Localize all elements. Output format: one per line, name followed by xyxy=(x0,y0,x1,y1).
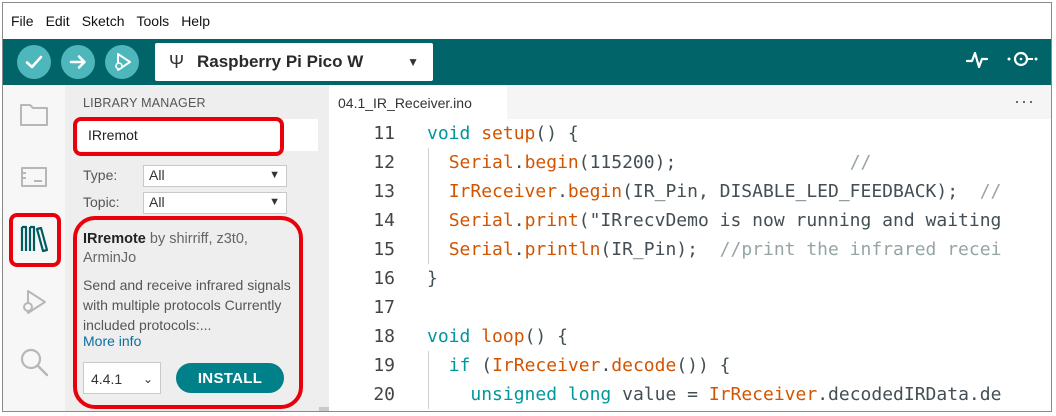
code-line[interactable]: 12 Serial.begin(115200); // xyxy=(329,148,1051,177)
chevron-down-icon: ▼ xyxy=(269,196,280,208)
tab-sketch-file[interactable]: 04.1_IR_Receiver.ino xyxy=(329,85,507,119)
version-value: 4.4.1 xyxy=(91,371,123,387)
menu-file[interactable]: File xyxy=(3,13,40,29)
chevron-down-icon: ▼ xyxy=(407,55,419,69)
code-line[interactable]: 19 if (IrReceiver.decode()) { xyxy=(329,351,1051,380)
code-line[interactable]: 17 xyxy=(329,293,1051,322)
chevron-down-icon: ⌄ xyxy=(142,372,153,386)
line-number: 13 xyxy=(373,181,395,202)
code-editor: 04.1_IR_Receiver.ino ··· 11 void setup() … xyxy=(329,85,1051,411)
code-text[interactable]: unsigned long value = IrReceiver.decoded… xyxy=(427,380,1001,409)
code-text[interactable]: void loop() { xyxy=(427,322,568,351)
sketchbook-button[interactable] xyxy=(17,97,51,131)
code-line[interactable]: 11 void setup() { xyxy=(329,119,1051,148)
debug-icon xyxy=(115,53,131,71)
code-line[interactable]: 20 unsigned long value = IrReceiver.deco… xyxy=(329,380,1051,409)
toolbar: Ψ Raspberry Pi Pico W ▼ xyxy=(3,39,1051,85)
code-text[interactable]: IrReceiver.begin(IR_Pin, DISABLE_LED_FEE… xyxy=(427,177,1002,206)
type-filter-select[interactable]: All ▼ xyxy=(143,165,287,187)
menu-sketch[interactable]: Sketch xyxy=(76,13,131,29)
line-number: 16 xyxy=(373,268,395,289)
check-icon xyxy=(25,55,43,69)
topic-filter-value: All xyxy=(149,194,165,210)
code-line[interactable]: 13 IrReceiver.begin(IR_Pin, DISABLE_LED_… xyxy=(329,177,1051,206)
debug-icon xyxy=(23,290,46,314)
panel-title: LIBRARY MANAGER xyxy=(83,96,206,110)
library-description: Send and receive infrared signals with m… xyxy=(83,277,291,333)
more-options-icon[interactable]: ··· xyxy=(1014,91,1035,112)
library-manager-button[interactable] xyxy=(17,222,51,256)
serial-plotter-button[interactable] xyxy=(965,47,989,77)
type-filter-value: All xyxy=(149,167,165,183)
folder-icon xyxy=(20,104,48,126)
arrow-right-icon xyxy=(69,55,86,69)
more-info-link[interactable]: More info xyxy=(83,333,141,349)
line-number: 17 xyxy=(373,297,395,318)
code-text[interactable]: if (IrReceiver.decode()) { xyxy=(427,351,731,380)
line-number: 12 xyxy=(373,152,395,173)
line-number: 15 xyxy=(373,239,395,260)
type-filter-label: Type: xyxy=(83,167,118,183)
usb-icon: Ψ xyxy=(169,51,185,72)
topic-filter-label: Topic: xyxy=(83,194,120,210)
code-line[interactable]: 16} xyxy=(329,264,1051,293)
debug-button[interactable] xyxy=(105,45,139,79)
code-text[interactable]: void setup() { xyxy=(427,119,579,148)
topic-filter-select[interactable]: All ▼ xyxy=(143,192,287,214)
version-select[interactable]: 4.4.1 ⌄ xyxy=(83,362,161,394)
board-selector[interactable]: Ψ Raspberry Pi Pico W ▼ xyxy=(155,43,433,81)
library-result-title: IRremote by shirriff, z3t0, ArminJo xyxy=(83,230,283,268)
panel-scrollbar[interactable] xyxy=(319,407,329,411)
library-books-icon xyxy=(20,225,49,253)
debug-panel-button[interactable] xyxy=(17,285,51,319)
code-text[interactable]: Serial.print("IRrecvDemo is now running … xyxy=(427,206,1002,235)
code-text[interactable]: Serial.begin(115200); // xyxy=(427,148,872,177)
code-line[interactable]: 18 void loop() { xyxy=(329,322,1051,351)
menu-edit[interactable]: Edit xyxy=(40,13,76,29)
indent-guide xyxy=(428,351,429,409)
boards-manager-button[interactable] xyxy=(17,159,51,193)
magnifier-dots-icon xyxy=(1007,51,1038,67)
indent-guide xyxy=(428,148,429,264)
menu-help[interactable]: Help xyxy=(175,13,216,29)
editor-tab-bar: 04.1_IR_Receiver.ino ··· xyxy=(329,85,1051,119)
code-line[interactable]: 14 Serial.print("IRrecvDemo is now runni… xyxy=(329,206,1051,235)
line-number: 18 xyxy=(373,326,395,347)
code-text[interactable]: } xyxy=(427,264,438,293)
board-name: Raspberry Pi Pico W xyxy=(197,52,364,71)
menu-bar: File Edit Sketch Tools Help xyxy=(3,3,1051,39)
arduino-ide-window: File Edit Sketch Tools Help Ψ Raspberry … xyxy=(2,2,1052,412)
line-number: 20 xyxy=(373,384,395,405)
library-name: IRremote xyxy=(83,231,146,247)
library-manager-panel: LIBRARY MANAGER IRremot Type: All ▼ Topi… xyxy=(65,85,329,411)
line-number: 14 xyxy=(373,210,395,231)
code-text[interactable]: Serial.println(IR_Pin); //print the infr… xyxy=(427,235,1002,264)
activity-rail xyxy=(3,85,66,411)
search-button[interactable] xyxy=(17,345,51,379)
search-icon xyxy=(20,348,49,377)
board-icon xyxy=(21,167,47,187)
verify-button[interactable] xyxy=(17,45,51,79)
line-number: 19 xyxy=(373,355,395,376)
serial-monitor-button[interactable] xyxy=(1005,47,1039,77)
chevron-down-icon: ▼ xyxy=(269,169,280,181)
line-number: 11 xyxy=(373,123,395,144)
pulse-icon xyxy=(965,51,989,69)
menu-tools[interactable]: Tools xyxy=(131,13,176,29)
code-line[interactable]: 15 Serial.println(IR_Pin); //print the i… xyxy=(329,235,1051,264)
upload-button[interactable] xyxy=(61,45,95,79)
library-search-input[interactable]: IRremot xyxy=(78,119,318,151)
install-button[interactable]: INSTALL xyxy=(176,363,284,393)
